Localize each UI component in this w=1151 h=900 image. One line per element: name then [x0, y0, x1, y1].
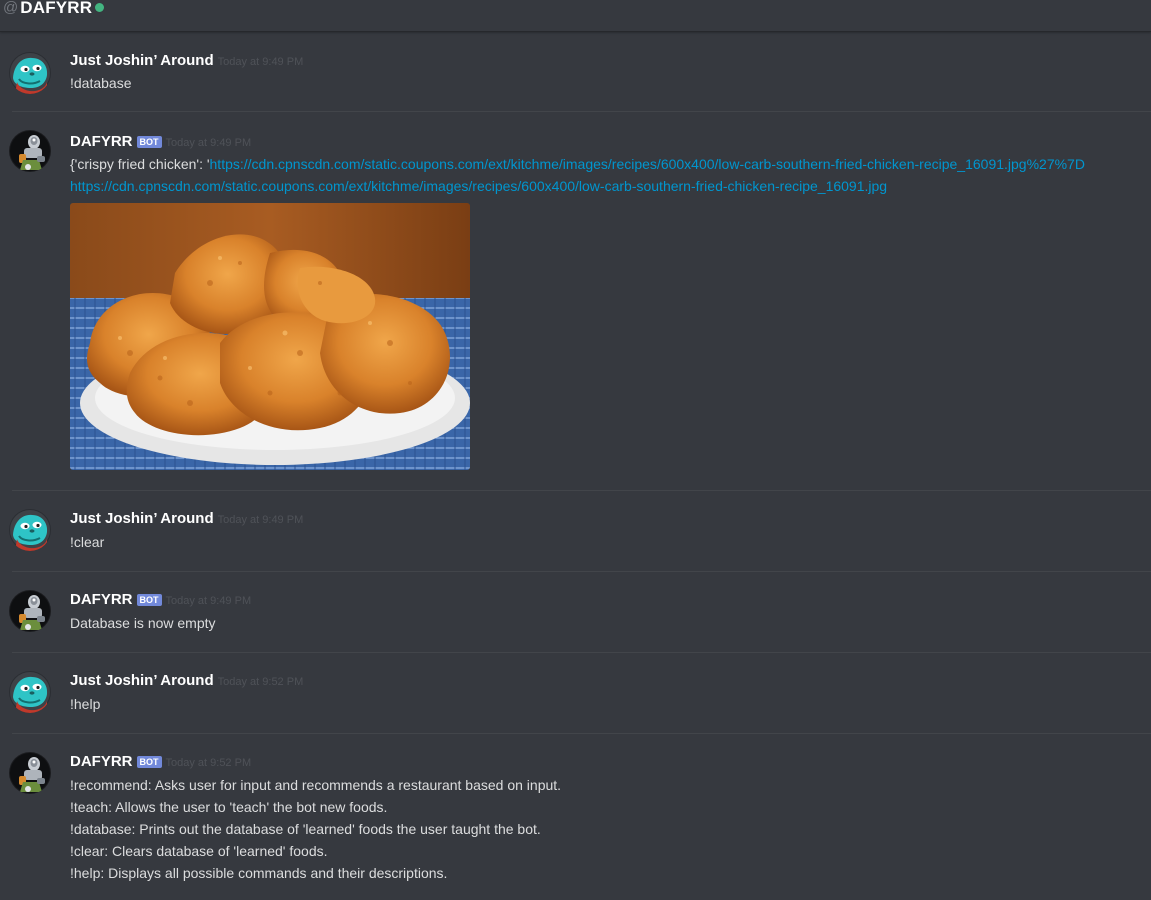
message-content: !database [70, 75, 132, 91]
message-divider [12, 733, 1151, 734]
message-list[interactable]: Just Joshin’ Around Today at 9:49 PM !dat… [0, 32, 1151, 900]
message-content: https://cdn.cpnscdn.com/static.coupons.c… [70, 175, 887, 197]
avatar[interactable] [9, 590, 51, 632]
message-line: !recommend: Asks user for input and reco… [70, 777, 562, 793]
avatar[interactable] [9, 671, 51, 713]
message-line: !database: Prints out the database of 'l… [70, 821, 541, 837]
author-name[interactable]: DAFYRR [70, 133, 133, 150]
timestamp: Today at 9:49 PM [165, 137, 252, 149]
message-header: Just Joshin’ Around Today at 9:49 PM [70, 52, 303, 71]
message-content: {'crispy fried chicken': 'https://cdn.cp… [70, 153, 1085, 175]
author-name[interactable]: Just Joshin’ Around [70, 52, 214, 69]
message-line: !clear: Clears database of 'learned' foo… [70, 843, 328, 859]
message-line: !teach: Allows the user to 'teach' the b… [70, 799, 388, 815]
message-line: !help: Displays all possible commands an… [70, 865, 448, 881]
bot-tag: BOT [136, 136, 162, 148]
message-header: Just Joshin’ Around Today at 9:49 PM [70, 510, 303, 529]
at-icon: @ [3, 0, 19, 16]
author-name[interactable]: Just Joshin’ Around [70, 672, 214, 689]
message-header: DAFYRR BOT Today at 9:49 PM [70, 133, 251, 152]
message-header: DAFYRR BOT Today at 9:52 PM [70, 753, 251, 772]
avatar[interactable] [9, 752, 51, 794]
author-name[interactable]: Just Joshin’ Around [70, 510, 214, 527]
message-header: DAFYRR BOT Today at 9:49 PM [70, 591, 251, 610]
bot-tag: BOT [136, 594, 162, 606]
url-link[interactable]: https://cdn.cpnscdn.com/static.coupons.c… [210, 156, 1085, 172]
timestamp: Today at 9:49 PM [165, 595, 252, 607]
timestamp: Today at 9:52 PM [165, 757, 252, 769]
author-name[interactable]: DAFYRR [70, 591, 133, 608]
avatar[interactable] [9, 52, 51, 94]
message-divider [12, 490, 1151, 491]
message-text: {'crispy fried chicken': ' [70, 156, 210, 172]
message-content: !help [70, 696, 101, 712]
channel-header: @ DAFYRR [0, 0, 1151, 32]
image-attachment[interactable] [70, 203, 470, 470]
message-content: Database is now empty [70, 615, 216, 631]
avatar[interactable] [9, 509, 51, 551]
message-divider [12, 571, 1151, 572]
author-name[interactable]: DAFYRR [70, 753, 133, 770]
message-divider [12, 111, 1151, 112]
url-link[interactable]: https://cdn.cpnscdn.com/static.coupons.c… [70, 178, 887, 194]
avatar[interactable] [9, 130, 51, 172]
message-header: Just Joshin’ Around Today at 9:52 PM [70, 672, 303, 691]
message-content: !clear [70, 534, 105, 550]
timestamp: Today at 9:49 PM [217, 514, 304, 526]
message-divider [12, 652, 1151, 653]
bot-tag: BOT [136, 756, 162, 768]
online-status-icon [95, 3, 105, 12]
timestamp: Today at 9:52 PM [217, 676, 304, 688]
channel-name[interactable]: DAFYRR [20, 0, 92, 16]
timestamp: Today at 9:49 PM [217, 56, 304, 68]
